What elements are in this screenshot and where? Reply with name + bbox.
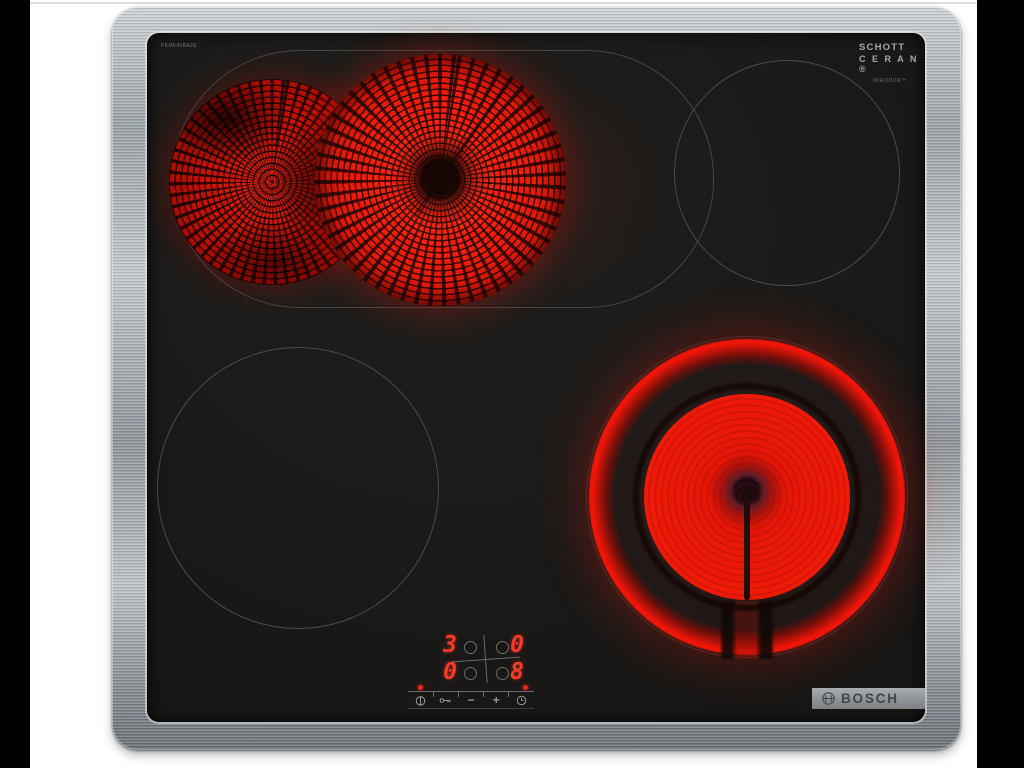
clock-icon bbox=[515, 694, 528, 707]
decrease-key: − bbox=[458, 692, 483, 709]
touch-key-row: − + bbox=[408, 691, 534, 709]
right-black-bar bbox=[977, 0, 1024, 768]
rear-left-outer-coil bbox=[314, 54, 566, 306]
plus-label: + bbox=[493, 694, 500, 706]
bosch-armature-icon bbox=[821, 691, 836, 706]
page-background: PKM645BA2E SCHOTT C E R A N ® MIRODUR™ bbox=[0, 0, 1024, 768]
model-number-label: PKM645BA2E bbox=[161, 43, 197, 49]
bosch-logo-text: BOSCH bbox=[841, 691, 899, 706]
left-status-led bbox=[418, 685, 423, 690]
bosch-brand-strip: BOSCH bbox=[812, 688, 925, 709]
hob-product-image[interactable]: PKM645BA2E SCHOTT C E R A N ® MIRODUR™ bbox=[112, 7, 961, 750]
increase-key: + bbox=[484, 692, 509, 709]
rear-right-zone-outline bbox=[674, 60, 900, 286]
power-key bbox=[408, 692, 433, 709]
schott-ceran-logo: SCHOTT C E R A N ® MIRODUR™ bbox=[859, 43, 923, 84]
key-icon bbox=[439, 694, 452, 707]
top-divider-line bbox=[30, 2, 977, 4]
minus-label: − bbox=[468, 694, 475, 706]
front-left-zone-outline bbox=[157, 347, 439, 629]
schott-logo-subtext: MIRODUR™ bbox=[873, 79, 923, 85]
thermal-limiter-rod-stub bbox=[412, 179, 442, 219]
front-right-zone bbox=[589, 339, 905, 655]
schott-logo-line2: C E R A N ® bbox=[859, 54, 923, 75]
thermal-limiter-rod bbox=[438, 84, 508, 181]
schott-logo-line1: SCHOTT bbox=[859, 43, 923, 54]
power-icon bbox=[414, 694, 427, 707]
display-divider-cross bbox=[448, 633, 523, 686]
ceramic-glass-surface: PKM645BA2E SCHOTT C E R A N ® MIRODUR™ bbox=[147, 33, 925, 722]
left-black-bar bbox=[0, 0, 30, 768]
right-status-led bbox=[523, 685, 528, 690]
child-lock-key bbox=[433, 692, 458, 709]
timer-key bbox=[509, 692, 534, 709]
front-right-sensor-rod bbox=[744, 488, 750, 600]
